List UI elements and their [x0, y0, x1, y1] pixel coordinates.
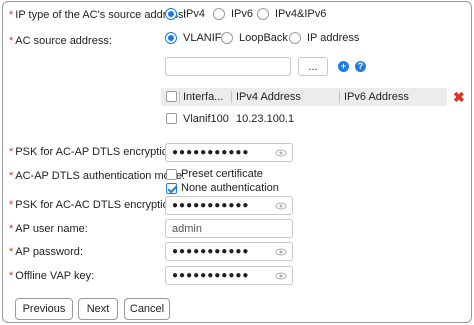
- browse-button[interactable]: ...: [298, 57, 328, 76]
- col-header-interface[interactable]: Interfa...: [183, 90, 223, 104]
- offline-vap-input[interactable]: ●●●●●●●●●●●: [165, 266, 293, 285]
- select-all-checkbox[interactable]: [166, 91, 177, 102]
- previous-button[interactable]: Previous: [15, 298, 73, 320]
- ip-type-label: * IP type of the AC's source address:: [9, 9, 187, 21]
- radio-loopback[interactable]: LoopBack: [221, 32, 288, 44]
- cancel-button[interactable]: Cancel: [124, 298, 170, 320]
- table-cell-ipv4: 10.23.100.1: [236, 113, 295, 125]
- table-cell-interface: Vlanif100: [183, 113, 229, 125]
- preset-certificate-label: Preset certificate: [181, 168, 263, 180]
- row-checkbox[interactable]: [166, 113, 177, 124]
- auth-mode-label: * AC-AP DTLS authentication mode:: [9, 170, 186, 182]
- radio-ipv4[interactable]: IPv4: [165, 8, 205, 20]
- radio-dot: [165, 32, 177, 44]
- col-header-ipv4[interactable]: IPv4 Address: [236, 90, 301, 104]
- psk-ac-ac-label: * PSK for AC-AC DTLS encryption:: [9, 199, 178, 211]
- radio-dot: [165, 8, 177, 20]
- col-header-ipv6[interactable]: IPv6 Address: [344, 90, 409, 104]
- psk-ac-ac-input[interactable]: ●●●●●●●●●●●: [165, 196, 293, 215]
- preset-certificate-checkbox[interactable]: [166, 169, 177, 180]
- column-separator: [339, 91, 340, 103]
- interface-input[interactable]: [165, 57, 291, 76]
- radio-vlanif[interactable]: VLANIF: [165, 32, 222, 44]
- none-authentication-checkbox[interactable]: [166, 183, 177, 194]
- help-circle-icon[interactable]: ?: [355, 61, 366, 72]
- radio-ipv6[interactable]: IPv6: [213, 8, 253, 20]
- add-circle-icon[interactable]: +: [338, 61, 349, 72]
- eye-icon[interactable]: [275, 246, 287, 258]
- eye-icon[interactable]: [275, 270, 287, 282]
- radio-ip-address[interactable]: IP address: [289, 32, 359, 44]
- radio-dot: [289, 32, 301, 44]
- radio-dot: [221, 32, 233, 44]
- wizard-panel: * IP type of the AC's source address: IPv…: [2, 1, 472, 323]
- next-button[interactable]: Next: [78, 298, 118, 320]
- eye-icon[interactable]: [275, 200, 287, 212]
- ap-user-label: * AP user name:: [9, 223, 88, 235]
- psk-ac-ap-label: * PSK for AC-AP DTLS encryption:: [9, 146, 178, 158]
- offline-vap-label: * Offline VAP key:: [9, 270, 95, 282]
- psk-ac-ap-input[interactable]: ●●●●●●●●●●●: [165, 143, 293, 162]
- ap-user-input[interactable]: admin: [165, 219, 293, 238]
- none-authentication-label: None authentication: [181, 182, 279, 194]
- ap-password-input[interactable]: ●●●●●●●●●●●: [165, 242, 293, 261]
- radio-dot: [213, 8, 225, 20]
- radio-ipv4-ipv6[interactable]: IPv4&IPv6: [257, 8, 326, 20]
- delete-x-icon[interactable]: ✖: [453, 90, 465, 104]
- ap-password-label: * AP password:: [9, 246, 83, 258]
- eye-icon[interactable]: [275, 147, 287, 159]
- ac-source-label: * AC source address:: [9, 35, 112, 47]
- column-separator: [231, 91, 232, 103]
- radio-dot: [257, 8, 269, 20]
- column-separator: [179, 91, 180, 103]
